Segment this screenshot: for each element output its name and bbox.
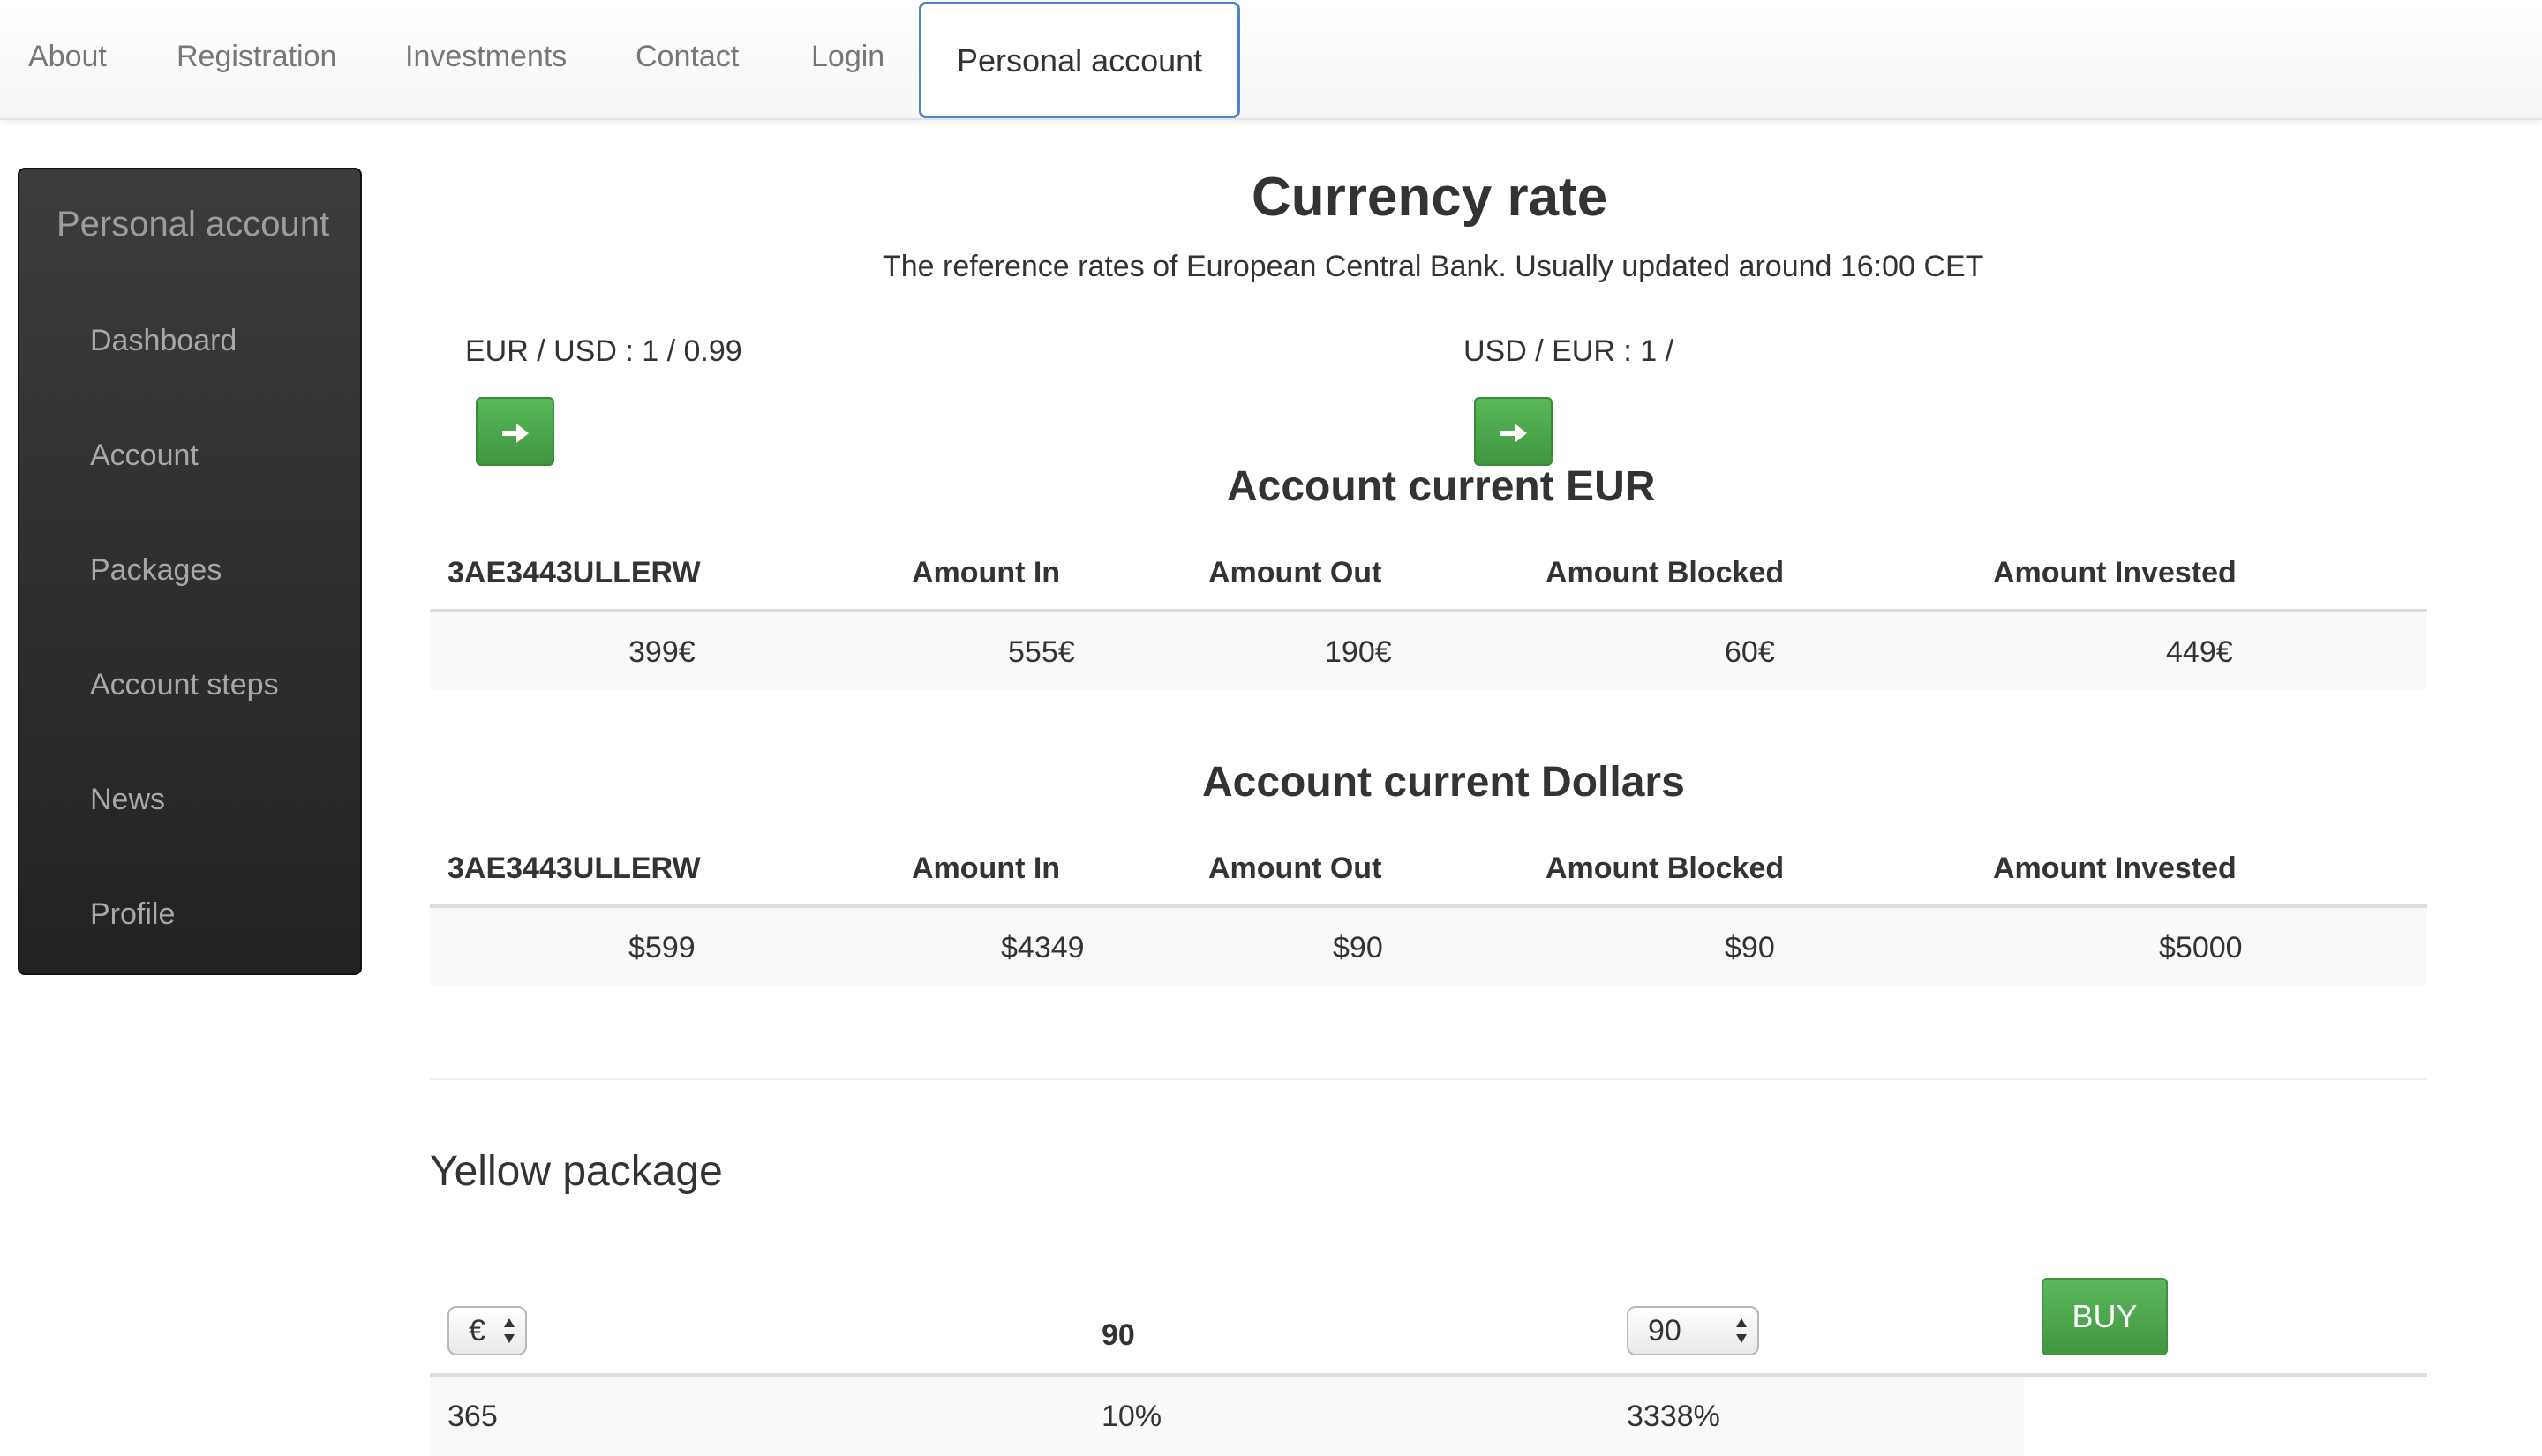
- convert-usd-eur-button[interactable]: [1474, 397, 1553, 466]
- arrow-right-icon: [1500, 424, 1527, 444]
- sidebar-item-account-steps[interactable]: Account steps: [90, 668, 279, 702]
- sidebar-item-news[interactable]: News: [90, 783, 165, 817]
- currency-subtitle: The reference rates of European Central …: [883, 250, 1984, 283]
- currency-select[interactable]: €: [447, 1306, 527, 1355]
- usd-cell-amount-out: $90: [1333, 931, 1383, 964]
- eur-usd-rate: EUR / USD : 1 / 0.99: [465, 334, 742, 368]
- section-divider: [430, 1078, 2427, 1080]
- usd-cell-amount-invested: $5000: [2159, 931, 2243, 964]
- eur-header-amount-invested: Amount Invested: [1993, 556, 2237, 589]
- sidebar-item-packages[interactable]: Packages: [90, 553, 222, 588]
- eur-header-amount-out: Amount Out: [1208, 556, 1382, 589]
- sidebar: Personal account Dashboard Account Packa…: [18, 168, 362, 975]
- eur-header-account-id: 3AE3443ULLERW: [447, 556, 701, 589]
- usd-cell-amount-in: $4349: [1001, 931, 1085, 964]
- currency-select-value: €: [469, 1314, 485, 1347]
- page-title: Currency rate: [1252, 167, 1608, 228]
- package-header-value: 90: [1102, 1318, 1135, 1352]
- nav-personal-account[interactable]: Personal account: [919, 2, 1241, 118]
- days-select-value: 90: [1648, 1314, 1681, 1347]
- usd-header-account-id: 3AE3443ULLERW: [447, 852, 701, 885]
- account-eur-title: Account current EUR: [1227, 463, 1656, 510]
- convert-eur-usd-button[interactable]: [476, 397, 554, 466]
- days-select[interactable]: 90: [1627, 1306, 1759, 1355]
- eur-header-amount-in: Amount In: [912, 556, 1061, 589]
- usd-eur-rate: USD / EUR : 1 /: [1463, 334, 1674, 368]
- select-arrows-icon: [1736, 1318, 1747, 1343]
- eur-cell-balance: 399€: [628, 635, 696, 669]
- eur-cell-amount-blocked: 60€: [1725, 635, 1775, 669]
- sidebar-title: Personal account: [56, 205, 330, 244]
- package-cell-days: 365: [447, 1400, 498, 1433]
- nav-about[interactable]: About: [28, 0, 107, 113]
- top-navbar: About Registration Investments Contact L…: [0, 0, 2542, 120]
- package-cell-total: 3338%: [1627, 1400, 1720, 1433]
- nav-investments[interactable]: Investments: [405, 0, 567, 113]
- usd-header-amount-out: Amount Out: [1208, 852, 1382, 885]
- sidebar-item-account[interactable]: Account: [90, 439, 199, 473]
- nav-registration[interactable]: Registration: [177, 0, 336, 113]
- table-row: [430, 1377, 2024, 1456]
- eur-cell-amount-out: 190€: [1325, 635, 1392, 669]
- usd-cell-amount-blocked: $90: [1725, 931, 1775, 964]
- table-row: [430, 612, 2427, 690]
- account-usd-title: Account current Dollars: [1202, 759, 1685, 806]
- select-arrows-icon: [504, 1318, 515, 1343]
- package-cell-rate: 10%: [1102, 1400, 1162, 1433]
- arrow-right-icon: [501, 424, 529, 444]
- nav-contact[interactable]: Contact: [636, 0, 739, 113]
- table-row: [430, 908, 2427, 986]
- eur-header-amount-blocked: Amount Blocked: [1546, 556, 1785, 589]
- eur-cell-amount-in: 555€: [1008, 635, 1075, 669]
- usd-cell-balance: $599: [628, 931, 696, 964]
- usd-header-amount-blocked: Amount Blocked: [1546, 852, 1785, 885]
- usd-header-amount-in: Amount In: [912, 852, 1061, 885]
- buy-button[interactable]: BUY: [2042, 1278, 2168, 1355]
- sidebar-item-dashboard[interactable]: Dashboard: [90, 324, 237, 358]
- eur-cell-amount-invested: 449€: [2166, 635, 2233, 669]
- sidebar-item-profile[interactable]: Profile: [90, 897, 175, 932]
- nav-login[interactable]: Login: [811, 0, 884, 113]
- package-title: Yellow package: [430, 1148, 723, 1195]
- usd-header-amount-invested: Amount Invested: [1993, 852, 2237, 885]
